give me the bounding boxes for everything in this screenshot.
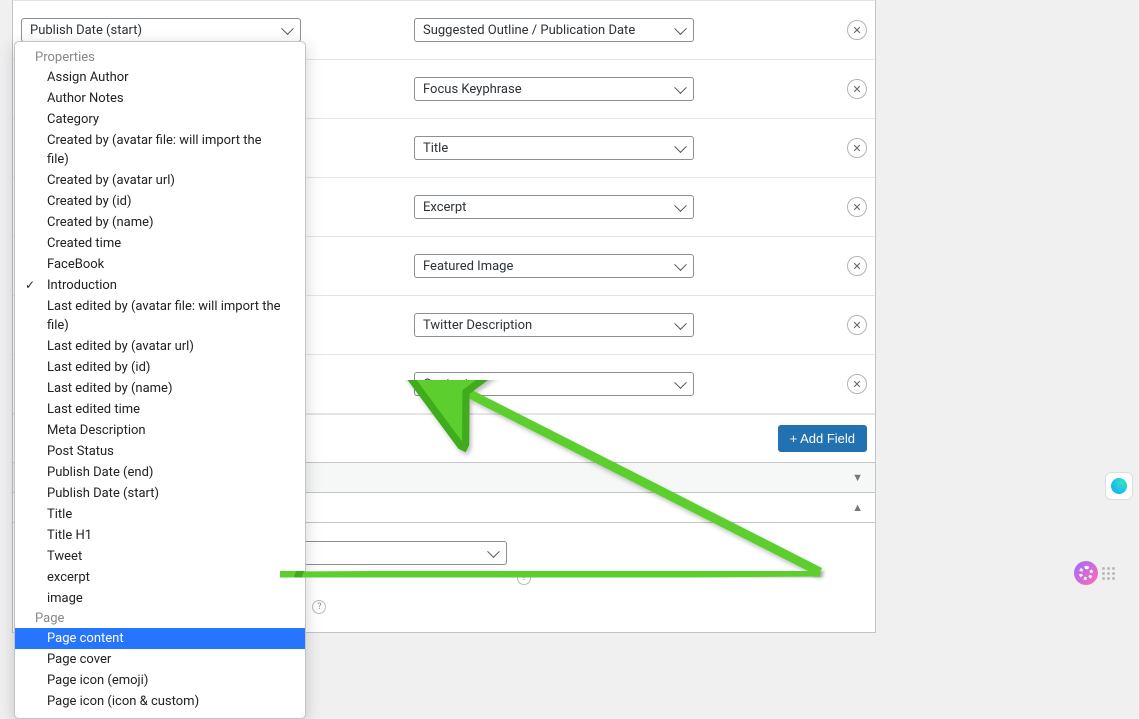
dropdown-item[interactable]: Publish Date (start) xyxy=(15,483,305,504)
target-select[interactable]: Suggested Outline / Publication Date xyxy=(414,18,694,42)
target-select-value: Featured Image xyxy=(423,259,513,274)
dropdown-item[interactable]: Category xyxy=(15,109,305,130)
delete-row-button[interactable]: ✕ xyxy=(847,79,867,99)
dropdown-item[interactable]: Last edited time xyxy=(15,399,305,420)
dropdown-item[interactable]: Meta Description xyxy=(15,420,305,441)
dropdown-item[interactable]: Post Status xyxy=(15,441,305,462)
dropdown-item[interactable]: Created by (avatar file: will import the… xyxy=(15,130,305,170)
property-dropdown[interactable]: PropertiesAssign AuthorAuthor NotesCateg… xyxy=(14,41,306,719)
assistant-widget[interactable] xyxy=(1105,472,1133,500)
delete-row-button[interactable]: ✕ xyxy=(847,197,867,217)
gear-icon xyxy=(1079,566,1093,580)
target-select-value: Content xyxy=(423,377,469,392)
target-select[interactable]: Featured Image xyxy=(414,254,694,278)
target-select-value: Twitter Description xyxy=(423,318,532,333)
target-select[interactable]: Title xyxy=(414,136,694,160)
add-field-button[interactable]: + Add Field xyxy=(778,425,867,452)
chevron-up-icon: ▲ xyxy=(852,501,863,514)
dropdown-item[interactable]: Last edited by (id) xyxy=(15,357,305,378)
dropdown-item[interactable]: image xyxy=(15,588,305,609)
target-select-value: Focus Keyphrase xyxy=(423,82,522,97)
recurring-option: Recurring ? xyxy=(227,599,867,614)
floating-controls xyxy=(1074,561,1115,585)
dropdown-item[interactable]: Page icon (icon & custom) xyxy=(15,691,305,712)
close-icon: ✕ xyxy=(852,202,861,213)
close-icon: ✕ xyxy=(852,84,861,95)
dropdown-item[interactable]: Tweet xyxy=(15,546,305,567)
dropdown-item[interactable]: Assign Author xyxy=(15,67,305,88)
dropdown-item[interactable]: Last edited by (avatar file: will import… xyxy=(15,296,305,336)
target-select-value: Suggested Outline / Publication Date xyxy=(423,23,635,38)
target-select[interactable]: Excerpt xyxy=(414,195,694,219)
help-icon[interactable]: ? xyxy=(517,571,531,585)
dropdown-item[interactable]: Page content xyxy=(15,628,305,649)
assistant-icon xyxy=(1111,478,1127,494)
dropdown-item[interactable]: Page icon (emoji) xyxy=(15,670,305,691)
dropdown-item[interactable]: excerpt xyxy=(15,567,305,588)
dropdown-item[interactable]: Title xyxy=(15,504,305,525)
help-icon[interactable]: ? xyxy=(312,600,326,614)
chevron-down-icon: ▼ xyxy=(852,471,863,484)
delete-row-button[interactable]: ✕ xyxy=(847,138,867,158)
close-icon: ✕ xyxy=(852,25,861,36)
close-icon: ✕ xyxy=(852,143,861,154)
source-select[interactable]: Publish Date (start) xyxy=(21,18,301,42)
dropdown-item[interactable]: Created by (id) xyxy=(15,191,305,212)
dropdown-item[interactable]: Publish Date (end) xyxy=(15,462,305,483)
delete-row-button[interactable]: ✕ xyxy=(847,315,867,335)
target-select-value: Title xyxy=(423,141,448,156)
source-select-value: Publish Date (start) xyxy=(30,23,142,38)
dropdown-item[interactable]: Author Notes xyxy=(15,88,305,109)
close-icon: ✕ xyxy=(852,379,861,390)
delete-row-button[interactable]: ✕ xyxy=(847,256,867,276)
drag-handle-icon[interactable] xyxy=(1102,567,1115,580)
dropdown-group-label: Properties xyxy=(15,48,305,67)
dropdown-group-label: Page xyxy=(15,609,305,628)
close-icon: ✕ xyxy=(852,261,861,272)
settings-floating-button[interactable] xyxy=(1074,561,1098,585)
delete-row-button[interactable]: ✕ xyxy=(847,374,867,394)
dropdown-item[interactable]: Created by (avatar url) xyxy=(15,170,305,191)
target-select-value: Excerpt xyxy=(423,200,466,215)
dropdown-item[interactable]: Introduction xyxy=(15,275,305,296)
close-icon: ✕ xyxy=(852,320,861,331)
target-select[interactable]: Focus Keyphrase xyxy=(414,77,694,101)
dropdown-item[interactable]: Last edited by (avatar url) xyxy=(15,336,305,357)
dropdown-item[interactable]: Created by (name) xyxy=(15,212,305,233)
dropdown-item[interactable]: Title H1 xyxy=(15,525,305,546)
dropdown-item[interactable]: Created time xyxy=(15,233,305,254)
dropdown-item[interactable]: Page cover xyxy=(15,649,305,670)
delete-row-button[interactable]: ✕ xyxy=(847,20,867,40)
dropdown-item[interactable]: Last edited by (name) xyxy=(15,378,305,399)
target-select[interactable]: Content xyxy=(414,372,694,396)
target-select[interactable]: Twitter Description xyxy=(414,313,694,337)
dropdown-item[interactable]: FaceBook xyxy=(15,254,305,275)
